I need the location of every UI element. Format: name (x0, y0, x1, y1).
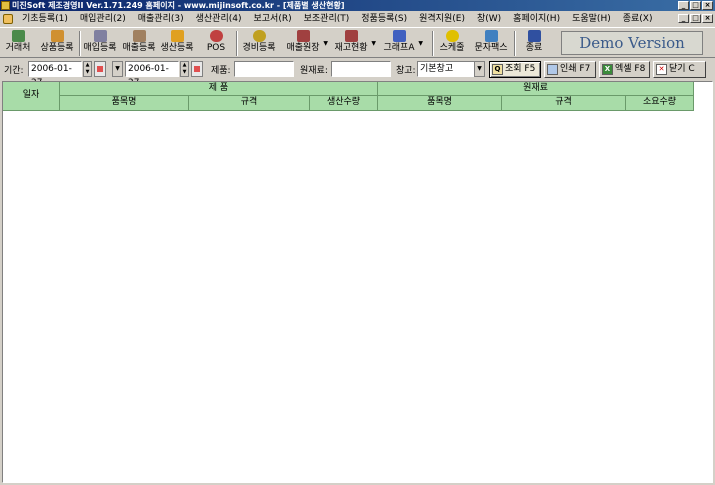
date-range-dropdown-icon[interactable]: ▼ (112, 61, 123, 77)
child-close-button[interactable]: × (702, 14, 713, 23)
column-header-material-name[interactable]: 품목명 (378, 96, 502, 111)
toolbar-inventory-button[interactable]: 재고현황 ▼ (333, 30, 376, 57)
product-icon (50, 30, 64, 42)
menu-window[interactable]: 창(W) (471, 12, 507, 26)
demo-version-banner: Demo Version (561, 31, 703, 55)
column-header-production-qty[interactable]: 생산수량 (310, 96, 378, 111)
sales-icon (132, 30, 146, 42)
toolbar-exit-button[interactable]: 종료 (520, 30, 548, 57)
toolbar-sms-fax-button[interactable]: 문자팩스 (472, 30, 510, 57)
column-header-product-spec[interactable]: 규격 (189, 96, 310, 111)
menu-help[interactable]: 도움말(H) (566, 12, 617, 26)
warehouse-dropdown-icon[interactable]: ▼ (474, 61, 485, 77)
printer-icon (547, 64, 558, 75)
date-from-spinner[interactable]: ▲ ▼ (83, 61, 92, 77)
date-to-input[interactable]: 2006-01-27 (125, 61, 179, 88)
app-icon (1, 1, 10, 10)
close-icon: ✕ (656, 64, 667, 75)
excel-button[interactable]: X 엑셀 F8 (599, 61, 650, 78)
toolbar-pos-button[interactable]: POS (203, 30, 229, 57)
purchase-icon (93, 30, 107, 42)
toolbar-separator (432, 31, 434, 56)
production-grid[interactable]: 일자 제 품 원재료 품목명 규격 생산수량 품목명 규격 소요수량 (2, 81, 713, 483)
schedule-icon (445, 30, 459, 42)
toolbar-client-button[interactable]: 거래처 (2, 30, 34, 57)
maximize-button[interactable]: □ (690, 1, 701, 10)
warehouse-label: 창고: (396, 66, 416, 76)
period-label: 기간: (4, 66, 24, 76)
menu-bar: 기초등록(1) 매입관리(2) 매출관리(3) 생산관리(4) 보고서(R) 보… (0, 11, 715, 27)
menu-sales[interactable]: 매출관리(3) (132, 12, 190, 26)
expense-icon (252, 30, 266, 42)
print-button[interactable]: 인쇄 F7 (544, 61, 596, 78)
inventory-icon (344, 30, 358, 42)
filter-bar: 기간: 2006-01-27 ▲▼ ▼ 2006-01-27 ▲▼ 제품: 원재… (0, 59, 715, 88)
toolbar: 거래처 상품등록 매입등록 매출등록 생산등록 POS 경비등록 매출원장 ▼ … (0, 27, 715, 58)
toolbar-expense-button[interactable]: 경비등록 (240, 30, 278, 57)
excel-icon: X (602, 64, 613, 75)
warehouse-select[interactable]: 기본창고 (417, 61, 477, 77)
toolbar-separator (236, 31, 238, 56)
menu-license[interactable]: 정품등록(S) (355, 12, 413, 26)
menu-basic-registration[interactable]: 기초등록(1) (16, 12, 74, 26)
menu-production[interactable]: 생산관리(4) (190, 12, 248, 26)
child-maximize-button[interactable]: □ (690, 14, 701, 23)
column-header-date[interactable]: 일자 (3, 82, 60, 111)
product-input[interactable] (234, 61, 294, 77)
close-button[interactable]: ✕ 닫기 C (653, 61, 706, 78)
toolbar-purchase-button[interactable]: 매입등록 (82, 30, 118, 57)
column-header-consumption-qty[interactable]: 소요수량 (626, 96, 694, 111)
group-header-product: 제 품 (60, 82, 378, 96)
date-from-calendar-icon[interactable] (94, 61, 106, 77)
material-input[interactable] (331, 61, 391, 77)
pos-icon (209, 30, 223, 42)
menu-auxiliary[interactable]: 보조관리(T) (298, 12, 356, 26)
product-label: 제품: (211, 66, 231, 76)
toolbar-production-button[interactable]: 생산등록 (159, 30, 195, 57)
menu-reports[interactable]: 보고서(R) (248, 12, 298, 26)
production-icon (170, 30, 184, 42)
date-from-input[interactable]: 2006-01-27 (28, 61, 82, 88)
column-header-product-name[interactable]: 품목명 (60, 96, 189, 111)
date-to-calendar-icon[interactable] (191, 61, 203, 77)
toolbar-sales-button[interactable]: 매출등록 (121, 30, 157, 57)
inventory-dropdown-icon[interactable]: ▼ (371, 40, 376, 47)
ledger-icon (296, 30, 310, 42)
child-minimize-button[interactable]: _ (678, 14, 689, 23)
graph-icon (392, 30, 406, 42)
exit-icon (527, 30, 541, 42)
toolbar-schedule-button[interactable]: 스케줄 (437, 30, 467, 57)
toolbar-product-button[interactable]: 상품등록 (38, 30, 76, 57)
menu-remote-support[interactable]: 원격지원(E) (413, 12, 471, 26)
window-title: 미진Soft 제조경영II Ver.1.71.249 홈페이지 - www.mi… (12, 1, 345, 10)
minimize-button[interactable]: _ (678, 1, 689, 10)
date-to-spinner[interactable]: ▲ ▼ (180, 61, 189, 77)
toolbar-ledger-button[interactable]: 매출원장 ▼ (285, 30, 328, 57)
group-header-material: 원재료 (378, 82, 694, 96)
menu-exit[interactable]: 종료(X) (617, 12, 659, 26)
column-header-material-spec[interactable]: 규격 (502, 96, 626, 111)
toolbar-separator (514, 31, 516, 56)
title-bar: 미진Soft 제조경영II Ver.1.71.249 홈페이지 - www.mi… (0, 0, 715, 11)
search-icon: Q (492, 64, 503, 75)
toolbar-separator (79, 31, 81, 56)
sms-fax-icon (484, 30, 498, 42)
toolbar-graph-button[interactable]: 그래프A ▼ (382, 30, 423, 57)
close-window-button[interactable]: × (702, 1, 713, 10)
menu-homepage[interactable]: 홈페이지(H) (507, 12, 566, 26)
menu-purchase[interactable]: 매입관리(2) (74, 12, 132, 26)
material-label: 원재료: (300, 66, 328, 76)
ledger-dropdown-icon[interactable]: ▼ (323, 40, 328, 47)
search-button[interactable]: Q 조회 F5 (489, 61, 541, 78)
mdi-child-icon[interactable] (3, 14, 13, 24)
client-icon (11, 30, 25, 42)
graph-dropdown-icon[interactable]: ▼ (418, 40, 423, 47)
